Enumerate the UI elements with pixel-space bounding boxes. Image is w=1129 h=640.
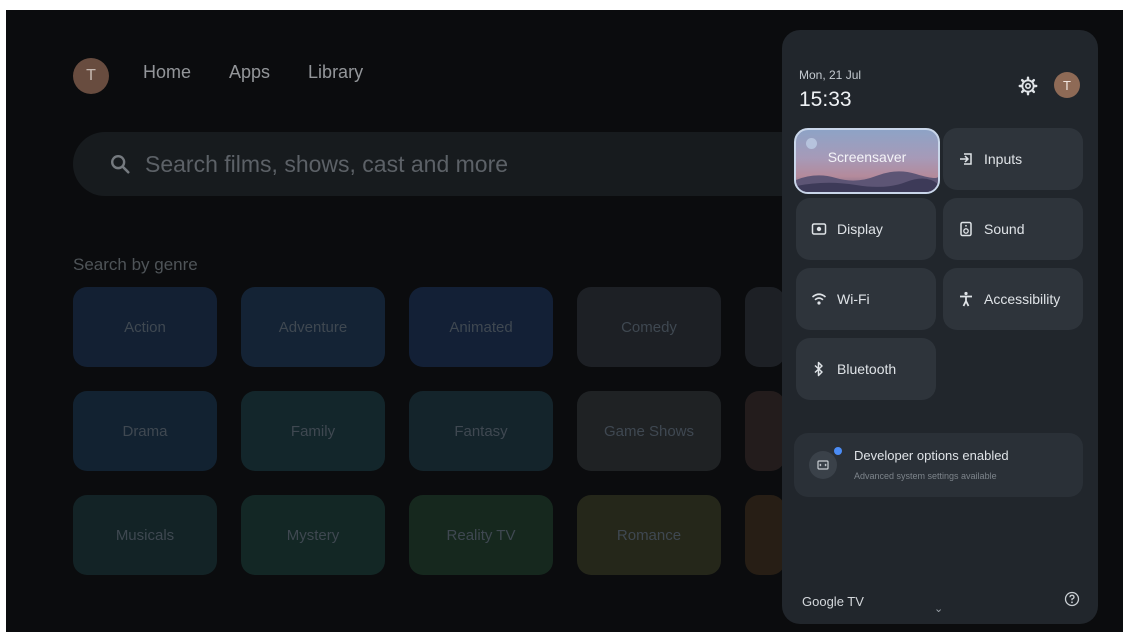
screensaver-label: Screensaver xyxy=(827,149,907,165)
help-icon[interactable] xyxy=(1064,591,1080,607)
panel-date: Mon, 21 Jul xyxy=(799,68,862,82)
wifi-label: Wi-Fi xyxy=(837,291,870,307)
wifi-tile[interactable]: Wi-Fi xyxy=(796,268,936,330)
sound-tile[interactable]: Sound xyxy=(943,198,1083,260)
display-label: Display xyxy=(837,221,883,237)
screensaver-dot xyxy=(806,138,817,149)
tv-screen: T Home Apps Library Search films, shows,… xyxy=(6,10,1123,632)
chevron-down-icon[interactable]: ⌄ xyxy=(934,602,943,615)
notification-dot xyxy=(834,447,842,455)
display-icon xyxy=(811,221,827,237)
developer-options-notice[interactable]: Developer options enabled Advanced syste… xyxy=(794,433,1083,497)
panel-time: 15:33 xyxy=(799,88,852,111)
wifi-icon xyxy=(811,291,827,307)
screensaver-tile[interactable]: Screensaver xyxy=(794,128,940,194)
developer-subtitle: Advanced system settings available xyxy=(854,471,997,481)
gear-icon[interactable] xyxy=(1017,75,1039,97)
bluetooth-icon xyxy=(811,361,827,377)
display-tile[interactable]: Display xyxy=(796,198,936,260)
speaker-icon xyxy=(958,221,974,237)
inputs-label: Inputs xyxy=(984,151,1023,167)
developer-title: Developer options enabled xyxy=(854,448,1009,463)
accessibility-tile[interactable]: Accessibility xyxy=(943,268,1083,330)
mountain-graphic xyxy=(796,171,938,192)
sound-label: Sound xyxy=(984,221,1025,237)
bluetooth-tile[interactable]: Bluetooth xyxy=(796,338,936,400)
input-icon xyxy=(958,151,974,167)
accessibility-label: Accessibility xyxy=(984,291,1061,307)
inputs-tile[interactable]: Inputs xyxy=(943,128,1083,190)
developer-icon xyxy=(809,451,837,479)
quick-settings-panel: Mon, 21 Jul 15:33 T Screensaver Inputs D… xyxy=(782,30,1098,624)
google-tv-label: Google TV xyxy=(802,594,864,609)
bluetooth-label: Bluetooth xyxy=(837,361,897,377)
accessibility-icon xyxy=(958,291,974,307)
profile-avatar[interactable]: T xyxy=(1054,72,1080,98)
